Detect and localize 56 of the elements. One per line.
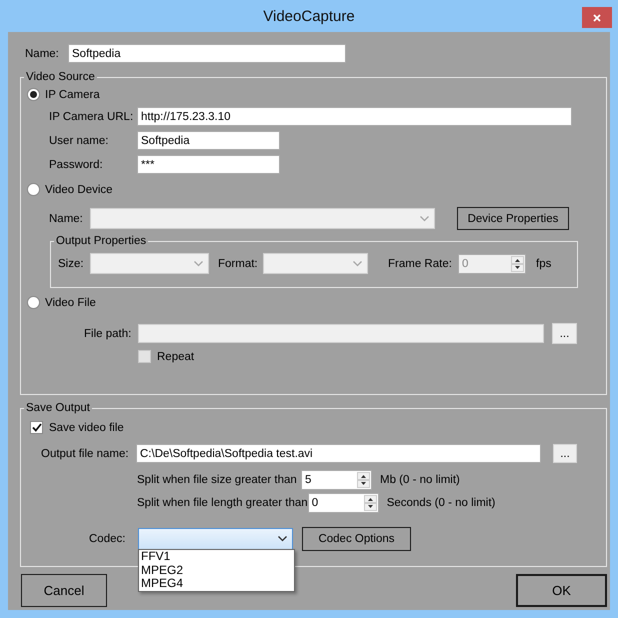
browse-button[interactable]: ...	[552, 323, 577, 344]
checkbox[interactable]	[30, 421, 43, 434]
chevron-icon	[420, 216, 429, 222]
chevron-icon	[353, 260, 362, 266]
group-title: Video Source	[25, 70, 96, 84]
dialog-button[interactable]: OK	[516, 574, 607, 607]
codec-options-button[interactable]: Codec Options	[302, 527, 411, 551]
field-label: Output file name:	[41, 448, 130, 460]
number-spinner[interactable]: 5	[301, 470, 372, 490]
window-title: VideoCapture	[263, 8, 355, 24]
spin-arrows-icon[interactable]	[357, 472, 370, 488]
radio-button[interactable]	[27, 183, 40, 196]
field-label: Name:	[25, 48, 60, 60]
chevron-icon	[278, 536, 287, 542]
group-title: Save Output	[25, 401, 91, 415]
field-label: Size:	[58, 258, 85, 270]
number-spinner[interactable]: 0	[308, 493, 379, 513]
field-label: Format:	[218, 258, 259, 270]
text-field[interactable]: Softpedia	[137, 131, 280, 150]
device-properties-button[interactable]: Device Properties	[457, 207, 569, 230]
field-label: Codec:	[89, 533, 126, 545]
radio-label: Video Device	[45, 184, 113, 196]
field-label: Split when file length greater than	[137, 497, 308, 509]
field-label: Frame Rate:	[388, 258, 453, 270]
close-icon	[593, 14, 601, 22]
group-title: Output Properties	[55, 234, 148, 248]
text-field[interactable]: http://175.23.3.10	[137, 107, 572, 126]
dialog-button[interactable]: Cancel	[21, 574, 107, 607]
field-label: fps	[536, 258, 552, 270]
radio-button[interactable]	[27, 88, 40, 101]
dropdown-option[interactable]: MPEG2	[139, 564, 294, 577]
field-label: IP Camera URL:	[49, 110, 134, 122]
checkbox-label: Save video file	[49, 422, 124, 434]
text-field[interactable]: C:\De\Softpedia\Softpedia test.avi	[136, 444, 541, 463]
field-label: Split when file size greater than	[137, 474, 298, 486]
text-field[interactable]: Softpedia	[68, 44, 346, 63]
close-button[interactable]	[582, 7, 612, 28]
browse-button[interactable]: ...	[553, 444, 577, 463]
field-label: User name:	[49, 134, 110, 146]
field-label: Name:	[49, 212, 84, 224]
radio-button[interactable]	[27, 296, 40, 309]
field-label: Mb (0 - no limit)	[380, 474, 461, 486]
spin-arrows-icon[interactable]	[364, 495, 377, 511]
spin-arrows-icon[interactable]	[511, 256, 524, 272]
field-label: Password:	[49, 158, 104, 170]
field-label: Seconds (0 - no limit)	[386, 497, 496, 509]
field-label: File path:	[84, 328, 132, 340]
dropdown-option[interactable]: FFV1	[139, 550, 294, 564]
radio-label: Video File	[45, 296, 96, 308]
chevron-icon	[194, 260, 203, 266]
text-field[interactable]	[138, 324, 544, 343]
radio-label: IP Camera	[45, 88, 100, 100]
checkbox[interactable]	[138, 350, 151, 363]
dropdown-option[interactable]: MPEG4	[139, 577, 294, 590]
checkbox-label: Repeat	[157, 350, 194, 362]
text-field[interactable]: ***	[137, 155, 280, 174]
